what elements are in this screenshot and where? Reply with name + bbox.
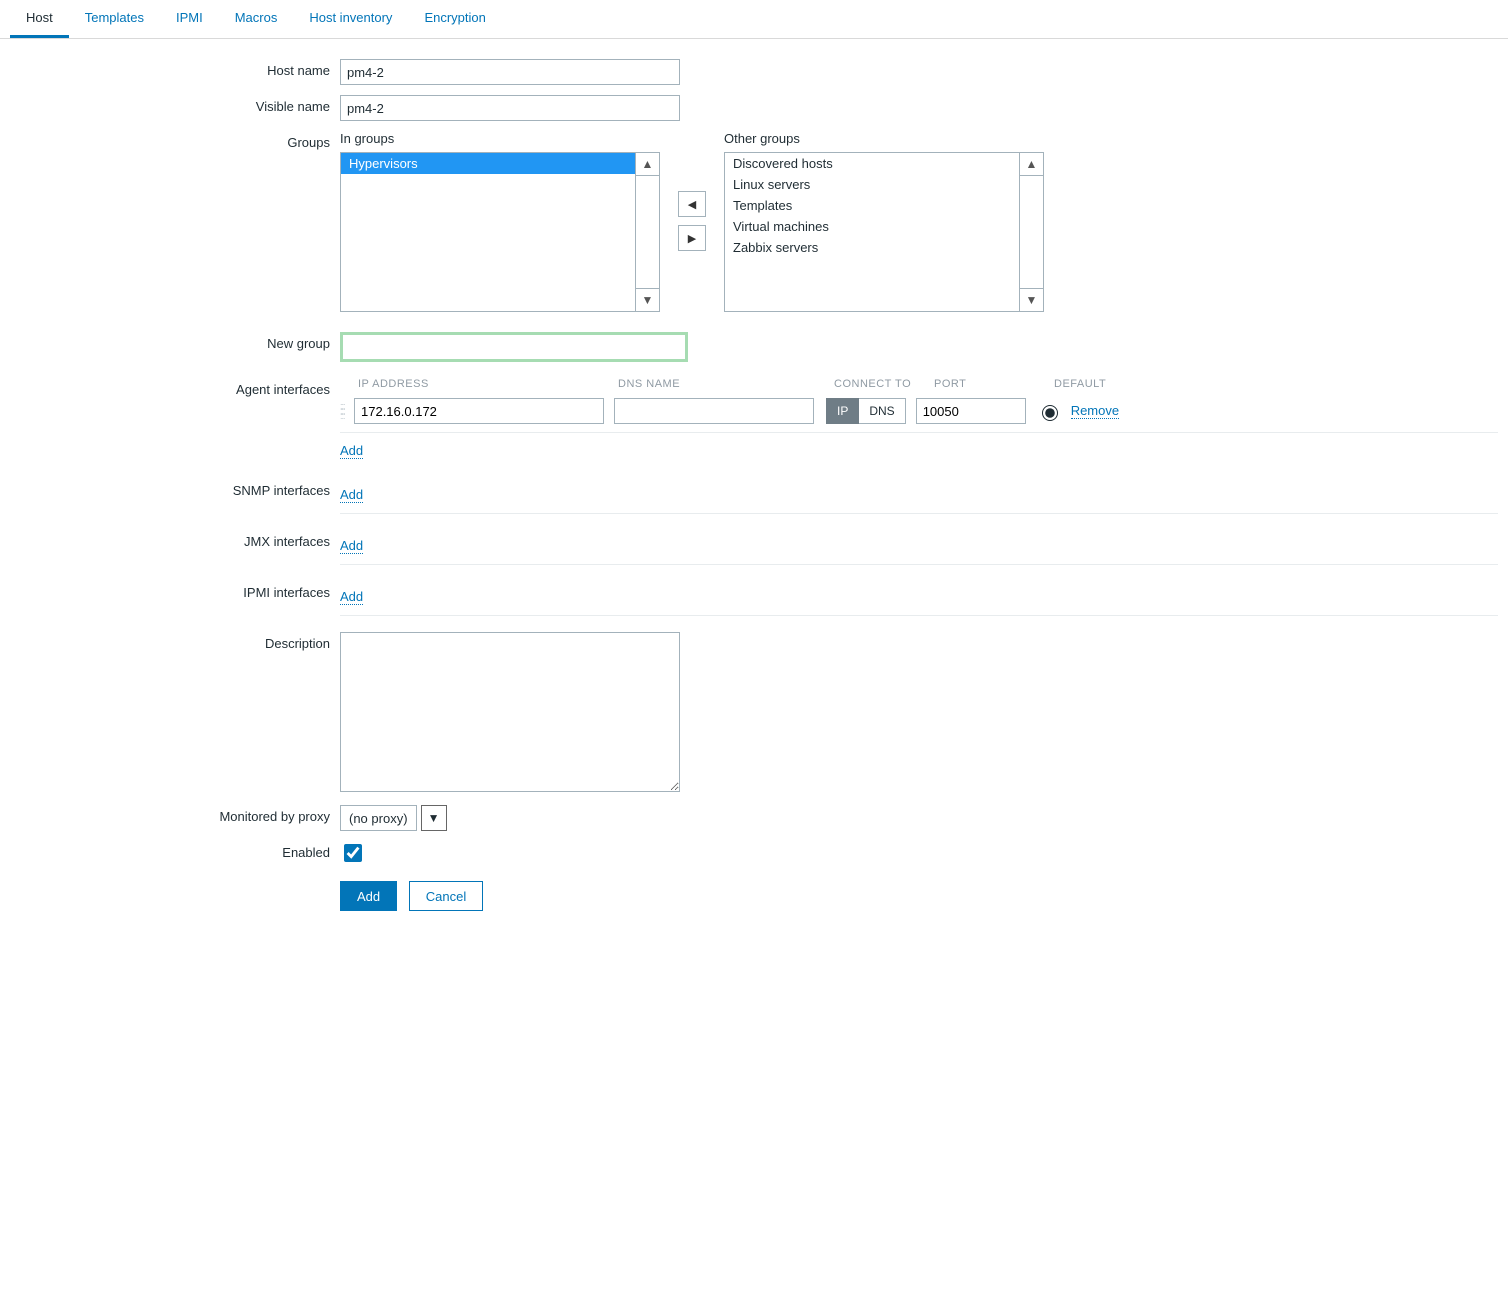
label-enabled: Enabled [10,841,340,860]
tab-templates[interactable]: Templates [69,0,160,38]
label-in-groups: In groups [340,131,660,146]
label-visible-name: Visible name [10,95,340,114]
add-button[interactable]: Add [340,881,397,911]
label-other-groups: Other groups [724,131,1044,146]
agent-connect-to-toggle: IP DNS [826,398,906,424]
other-groups-option[interactable]: Templates [725,195,1019,216]
connect-to-ip-button[interactable]: IP [826,398,859,424]
label-monitored-by-proxy: Monitored by proxy [10,805,340,824]
agent-add-link[interactable]: Add [340,443,363,459]
tab-encryption[interactable]: Encryption [408,0,501,38]
chevron-down-icon: ▼ [428,811,440,825]
label-description: Description [10,632,340,651]
in-groups-scroll-up[interactable]: ▲ [635,152,660,176]
label-host-name: Host name [10,59,340,78]
drag-handle-icon[interactable]: ::::::::: [340,404,354,419]
host-form: Host name Visible name Groups In groups … [0,39,1508,961]
th-ip-address: IP ADDRESS [358,378,618,390]
snmp-add-link[interactable]: Add [340,487,363,503]
tab-ipmi[interactable]: IPMI [160,0,219,38]
in-groups-option[interactable]: Hypervisors [341,153,635,174]
agent-ip-input[interactable] [354,398,604,424]
description-textarea[interactable] [340,632,680,792]
label-snmp-interfaces: SNMP interfaces [10,479,340,498]
other-groups-scroll-up[interactable]: ▲ [1019,152,1044,176]
other-groups-scroll-down[interactable]: ▼ [1019,288,1044,312]
tab-host[interactable]: Host [10,0,69,38]
other-groups-option[interactable]: Zabbix servers [725,237,1019,258]
in-groups-scroll-down[interactable]: ▼ [635,288,660,312]
th-connect-to: CONNECT TO [834,378,934,390]
other-groups-option[interactable]: Discovered hosts [725,153,1019,174]
th-dns-name: DNS NAME [618,378,828,390]
label-ipmi-interfaces: IPMI interfaces [10,581,340,600]
agent-remove-link[interactable]: Remove [1071,403,1119,419]
label-agent-interfaces: Agent interfaces [10,378,340,397]
jmx-add-link[interactable]: Add [340,538,363,554]
move-right-button[interactable]: ▶ [678,225,706,251]
agent-port-input[interactable] [916,398,1026,424]
label-jmx-interfaces: JMX interfaces [10,530,340,549]
th-default: DEFAULT [1054,378,1134,390]
other-groups-option[interactable]: Linux servers [725,174,1019,195]
new-group-input[interactable] [340,332,688,362]
agent-interface-row: ::::::::: IP DNS Remove [340,394,1498,433]
connect-to-dns-button[interactable]: DNS [859,398,905,424]
th-port: PORT [934,378,1054,390]
ipmi-add-link[interactable]: Add [340,589,363,605]
label-groups: Groups [10,131,340,150]
other-groups-listbox[interactable]: Discovered hosts Linux servers Templates… [724,152,1044,312]
label-new-group: New group [10,332,340,351]
move-left-button[interactable]: ◀ [678,191,706,217]
cancel-button[interactable]: Cancel [409,881,483,911]
tab-macros[interactable]: Macros [219,0,294,38]
tabs-bar: Host Templates IPMI Macros Host inventor… [0,0,1508,39]
agent-dns-input[interactable] [614,398,814,424]
other-groups-option[interactable]: Virtual machines [725,216,1019,237]
visible-name-input[interactable] [340,95,680,121]
agent-default-radio[interactable] [1042,405,1058,421]
proxy-dropdown-button[interactable]: ▼ [421,805,447,831]
proxy-select-value[interactable]: (no proxy) [340,805,417,831]
tab-host-inventory[interactable]: Host inventory [293,0,408,38]
host-name-input[interactable] [340,59,680,85]
in-groups-listbox[interactable]: Hypervisors ▲ ▼ [340,152,660,312]
enabled-checkbox[interactable] [344,844,362,862]
